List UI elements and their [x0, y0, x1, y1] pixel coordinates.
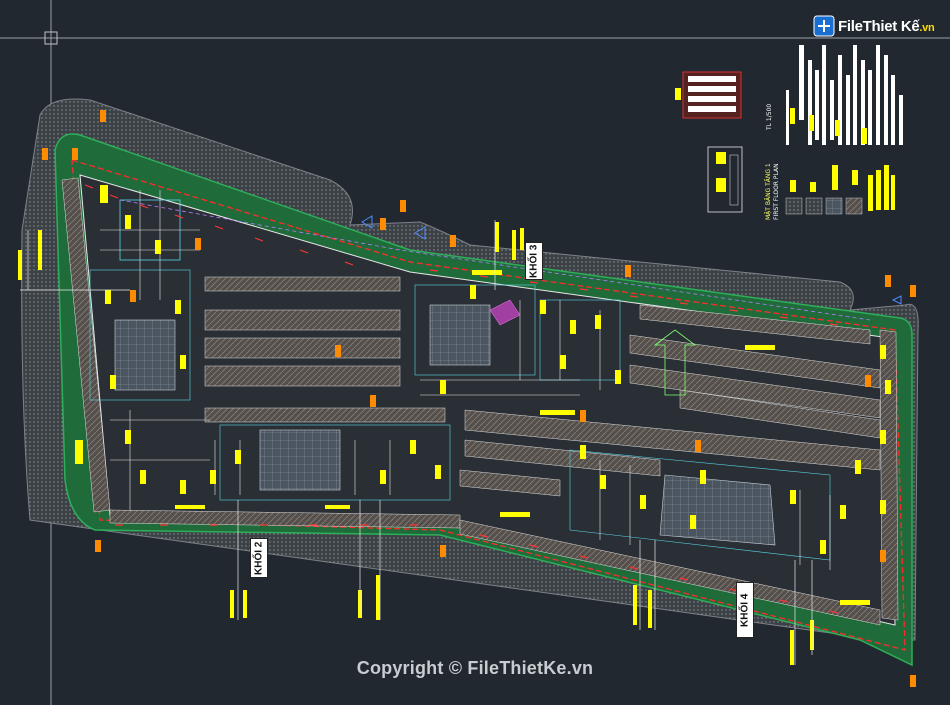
site-plan-drawing[interactable] [0, 0, 950, 705]
copyright-watermark: Copyright © FileThietKe.vn [356, 658, 594, 678]
legend-title-en: FIRST FLOOR PLAN [773, 163, 780, 220]
brand-tld: .vn [919, 22, 935, 34]
legend-scale: TL 1/500 [766, 103, 773, 130]
block-label-khoi4[interactable]: KHỐI 4 [736, 582, 754, 638]
legend-title-block [675, 45, 903, 215]
cad-model-space[interactable]: FileThiet Kế.vn MẶT BẰNG TẦNG 1 FIRST FL… [0, 0, 950, 705]
brand-name: FileThiet Kế [838, 18, 920, 35]
brand-logo: FileThiet Kế.vn [838, 18, 935, 35]
block-label-khoi3[interactable]: KHỐI 3 [525, 242, 543, 280]
block-label-khoi2[interactable]: KHỐI 2 [250, 538, 268, 578]
logo-icon [813, 15, 835, 37]
legend-title-vn: MẶT BẰNG TẦNG 1 [765, 163, 772, 220]
